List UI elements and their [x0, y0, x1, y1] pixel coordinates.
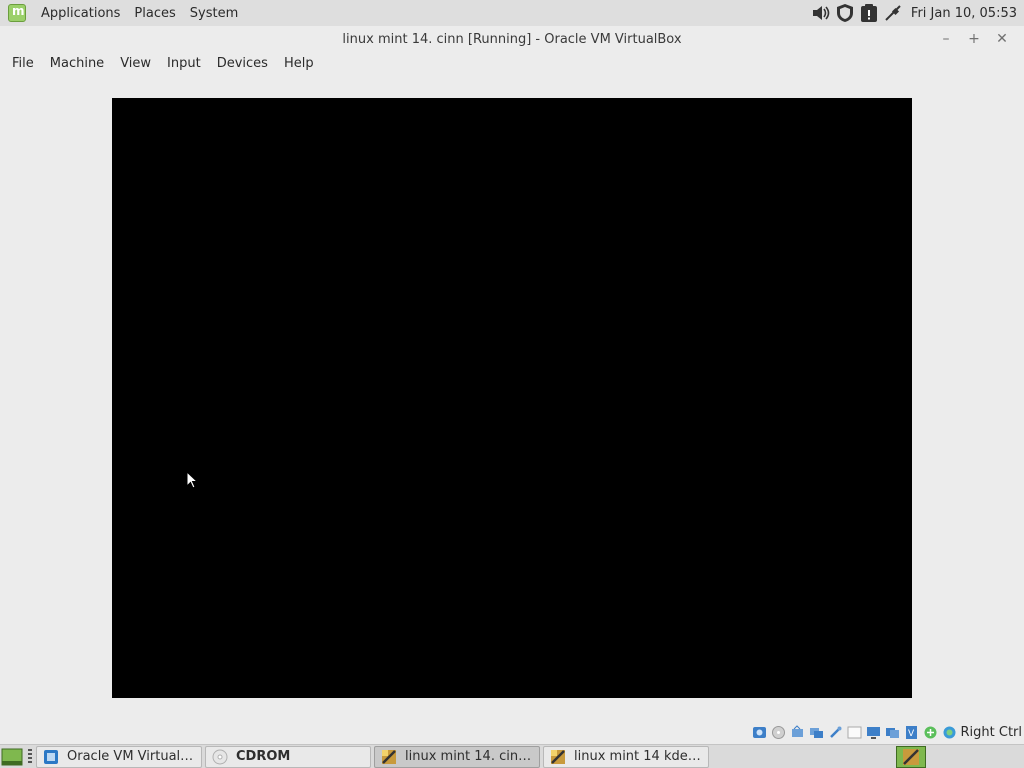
task-linux-mint-kde[interactable]: linux mint 14 kde [R... — [543, 745, 709, 768]
top-menu: Applications Places System — [34, 6, 245, 21]
system-tray: Fri Jan 10, 05:53 — [811, 0, 1024, 26]
menu-view[interactable]: View — [112, 56, 159, 71]
workspace-switcher[interactable] — [896, 746, 926, 768]
task-oracle-vm-virtualbox[interactable]: Oracle VM VirtualB… — [36, 745, 202, 768]
optical-drive-icon[interactable] — [771, 725, 786, 740]
taskbar-grip[interactable] — [28, 748, 32, 765]
task-cdrom[interactable]: CDROM — [205, 745, 371, 768]
places-menu[interactable]: Places — [127, 6, 182, 21]
task-label: CDROM — [236, 749, 291, 764]
usb-icon[interactable] — [828, 725, 843, 740]
show-desktop-icon — [1, 748, 23, 765]
audio-icon[interactable] — [790, 724, 805, 740]
svg-text:V: V — [908, 729, 915, 739]
mouse-pointer-icon — [186, 471, 198, 489]
menubar: File Machine View Input Devices Help — [0, 52, 1024, 74]
workspace-icon — [896, 746, 926, 768]
minimize-button[interactable]: – — [932, 31, 960, 47]
video-capture-icon[interactable] — [885, 725, 900, 740]
volume-icon[interactable] — [811, 3, 831, 23]
mint-logo-icon[interactable] — [8, 4, 26, 22]
vm-icon — [382, 749, 396, 764]
clock[interactable]: Fri Jan 10, 05:53 — [911, 6, 1017, 21]
menu-file[interactable]: File — [4, 56, 42, 71]
vm-status-bar: V Right Ctrl — [752, 722, 1024, 742]
update-manager-icon[interactable] — [859, 3, 879, 23]
vm-display[interactable] — [112, 98, 912, 698]
window-title: linux mint 14. cinn [Running] - Oracle V… — [342, 31, 682, 47]
mouse-integration-icon[interactable] — [942, 725, 957, 740]
shared-folders-icon[interactable] — [847, 725, 862, 740]
vm-icon — [551, 749, 565, 764]
applications-menu[interactable]: Applications — [34, 6, 127, 21]
display-icon[interactable] — [866, 725, 881, 740]
task-label: linux mint 14. cinn [... — [405, 749, 533, 764]
menu-machine[interactable]: Machine — [42, 56, 112, 71]
virtualization-icon[interactable]: V — [904, 725, 919, 740]
system-menu[interactable]: System — [183, 6, 245, 21]
menu-devices[interactable]: Devices — [209, 56, 276, 71]
shield-icon[interactable] — [835, 3, 855, 23]
task-label: linux mint 14 kde [R... — [574, 749, 702, 764]
taskbar: Oracle VM VirtualB… CDROM linux mint 14.… — [0, 744, 1024, 768]
window-controls: – + ✕ — [932, 26, 1016, 52]
top-panel: Applications Places System Fri Jan 10, 0… — [0, 0, 1024, 26]
menu-input[interactable]: Input — [159, 56, 209, 71]
close-button[interactable]: ✕ — [988, 31, 1016, 47]
virtualbox-icon — [44, 749, 58, 764]
network-adapter-icon[interactable] — [809, 725, 824, 740]
guest-additions-icon[interactable] — [923, 725, 938, 740]
maximize-button[interactable]: + — [960, 31, 988, 47]
hard-disk-icon[interactable] — [752, 725, 767, 740]
task-linux-mint-cinn[interactable]: linux mint 14. cinn [... — [374, 745, 540, 768]
task-label: Oracle VM VirtualB… — [67, 749, 195, 764]
menu-help[interactable]: Help — [276, 56, 322, 71]
show-desktop-button[interactable] — [0, 746, 24, 768]
host-key-label: Right Ctrl — [960, 724, 1023, 740]
cdrom-icon — [212, 749, 228, 764]
network-icon[interactable] — [883, 3, 903, 23]
window-titlebar[interactable]: linux mint 14. cinn [Running] - Oracle V… — [0, 26, 1024, 52]
